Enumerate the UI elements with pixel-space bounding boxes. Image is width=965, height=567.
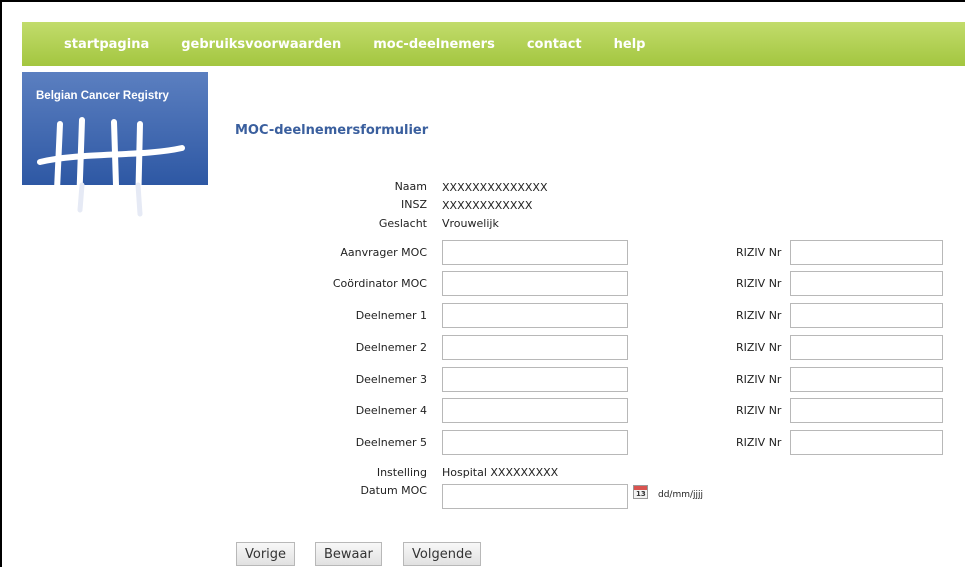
coordinator-label: Coördinator MOC [332, 277, 427, 290]
deelnemer-4-label: Deelnemer 4 [355, 404, 427, 417]
deelnemer-5-input[interactable] [442, 430, 628, 455]
deelnemer-1-label: Deelnemer 1 [355, 309, 427, 322]
volgende-button[interactable]: Volgende [403, 542, 482, 566]
coordinator-input[interactable] [442, 271, 628, 296]
calendar-icon-day: 13 [636, 490, 646, 498]
deelnemer-4-input[interactable] [442, 398, 628, 423]
riziv-label: RIZIV Nr [736, 309, 782, 322]
deelnemer-3-riziv-input[interactable] [790, 367, 943, 392]
nav-contact[interactable]: contact [527, 37, 582, 52]
riziv-label: RIZIV Nr [736, 341, 782, 354]
riziv-label: RIZIV Nr [736, 246, 782, 259]
insz-label: INSZ [401, 198, 427, 211]
instelling-label: Instelling [376, 466, 427, 479]
calendar-icon[interactable]: 13 [633, 485, 648, 499]
naam-value: XXXXXXXXXXXXXX [442, 181, 548, 194]
instelling-value: Hospital XXXXXXXXX [442, 466, 559, 479]
nav-startpagina[interactable]: startpagina [64, 37, 149, 52]
form-title: MOC-deelnemersformulier [235, 123, 429, 138]
geslacht-value: Vrouwelijk [442, 217, 499, 230]
bewaar-button[interactable]: Bewaar [315, 542, 382, 566]
nav-gebruiksvoorwaarden[interactable]: gebruiksvoorwaarden [181, 37, 341, 52]
geslacht-label: Geslacht [378, 217, 427, 230]
aanvrager-label: Aanvrager MOC [340, 246, 427, 259]
insz-value: XXXXXXXXXXXX [442, 199, 533, 212]
riziv-label: RIZIV Nr [736, 373, 782, 386]
aanvrager-input[interactable] [442, 240, 628, 265]
coordinator-riziv-input[interactable] [790, 271, 943, 296]
deelnemer-4-riziv-input[interactable] [790, 398, 943, 423]
vorige-button[interactable]: Vorige [236, 542, 296, 566]
window-border-left [0, 0, 2, 567]
datum-input[interactable] [442, 484, 628, 509]
deelnemer-2-riziv-input[interactable] [790, 335, 943, 360]
naam-label: Naam [394, 180, 427, 193]
belgian-cancer-registry-logo: Belgian Cancer Registry [22, 72, 208, 220]
date-format-hint: dd/mm/jjjj [658, 490, 704, 500]
deelnemer-2-input[interactable] [442, 335, 628, 360]
deelnemer-1-riziv-input[interactable] [790, 303, 943, 328]
top-navigation: startpagina gebruiksvoorwaarden moc-deel… [22, 22, 965, 66]
datum-label: Datum MOC [360, 484, 427, 497]
deelnemer-1-input[interactable] [442, 303, 628, 328]
deelnemer-2-label: Deelnemer 2 [355, 341, 427, 354]
deelnemer-3-input[interactable] [442, 367, 628, 392]
deelnemer-5-label: Deelnemer 5 [355, 436, 427, 449]
deelnemer-3-label: Deelnemer 3 [355, 373, 427, 386]
riziv-label: RIZIV Nr [736, 436, 782, 449]
riziv-label: RIZIV Nr [736, 404, 782, 417]
tally-marks-icon [37, 117, 185, 220]
window-border-top [0, 0, 965, 2]
riziv-label: RIZIV Nr [736, 277, 782, 290]
deelnemer-5-riziv-input[interactable] [790, 430, 943, 455]
nav-help[interactable]: help [614, 37, 646, 52]
nav-moc-deelnemers[interactable]: moc-deelnemers [373, 37, 495, 52]
aanvrager-riziv-input[interactable] [790, 240, 943, 265]
